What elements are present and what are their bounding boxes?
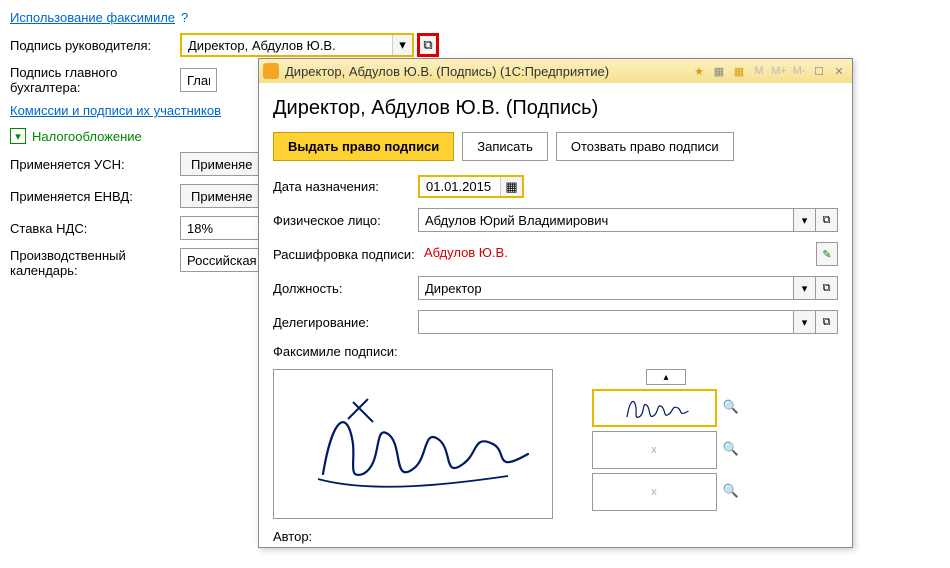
date-label: Дата назначения:: [273, 179, 418, 194]
signature-svg: [293, 384, 533, 504]
fax-label: Факсимиле подписи:: [273, 344, 418, 359]
favorite-icon[interactable]: ★: [690, 63, 708, 79]
magnify-icon[interactable]: 🔍: [723, 399, 741, 417]
envd-button[interactable]: Применяе: [180, 184, 263, 208]
calendar-icon[interactable]: ▦: [500, 177, 522, 196]
open-icon[interactable]: ⧉: [816, 276, 838, 300]
author-label: Автор:: [273, 529, 418, 544]
calendar-label: Производственный календарь:: [10, 248, 180, 278]
delegation-input[interactable]: [418, 310, 794, 334]
revoke-sign-right-button[interactable]: Отозвать право подписи: [556, 132, 734, 161]
commissions-link[interactable]: Комиссии и подписи их участников: [10, 103, 221, 118]
dialog-title: Директор, Абдулов Ю.В. (Подпись): [273, 97, 838, 120]
envd-label: Применяется ЕНВД:: [10, 189, 180, 204]
m-minus-button[interactable]: M-: [790, 63, 808, 79]
sign-acc-input[interactable]: [181, 69, 216, 91]
m-button[interactable]: M: [750, 63, 768, 79]
sign-acc-combo[interactable]: [180, 68, 217, 92]
sign-head-label: Подпись руководителя:: [10, 38, 180, 53]
sign-head-input[interactable]: [182, 35, 392, 55]
tool-icon-2[interactable]: ▦: [730, 63, 748, 79]
usn-label: Применяется УСН:: [10, 157, 180, 172]
chevron-down-icon[interactable]: ▾: [392, 35, 412, 55]
issue-sign-right-button[interactable]: Выдать право подписи: [273, 132, 454, 161]
open-icon: ⧉: [423, 37, 432, 53]
help-icon[interactable]: ?: [181, 10, 188, 25]
chevron-down-icon[interactable]: ▾: [794, 276, 816, 300]
dialog-titlebar: Директор, Абдулов Ю.В. (Подпись) (1С:Пре…: [259, 59, 852, 83]
decode-value: Абдулов Ю.В.: [418, 242, 816, 266]
chevron-down-icon[interactable]: ▾: [794, 310, 816, 334]
signature-thumb-1[interactable]: [592, 389, 717, 427]
signature-preview: [273, 369, 553, 519]
app-icon: [263, 63, 279, 79]
write-button[interactable]: Записать: [462, 132, 548, 161]
position-label: Должность:: [273, 281, 418, 296]
date-input[interactable]: [420, 177, 500, 196]
magnify-icon[interactable]: 🔍: [723, 441, 741, 459]
signature-thumb-svg: [594, 390, 714, 426]
maximize-button[interactable]: ☐: [810, 63, 828, 79]
tax-header-label: Налогообложение: [32, 129, 142, 144]
person-label: Физическое лицо:: [273, 213, 418, 228]
sign-head-combo[interactable]: ▾: [180, 33, 414, 57]
delegation-label: Делегирование:: [273, 315, 418, 330]
open-sign-dialog-button[interactable]: ⧉: [417, 33, 439, 57]
open-icon[interactable]: ⧉: [816, 208, 838, 232]
tool-icon-1[interactable]: ▦: [710, 63, 728, 79]
decode-label: Расшифровка подписи:: [273, 247, 418, 262]
nds-label: Ставка НДС:: [10, 221, 180, 236]
fax-usage-link[interactable]: Использование факсимиле: [10, 10, 175, 25]
open-icon[interactable]: ⧉: [816, 310, 838, 334]
position-input[interactable]: [418, 276, 794, 300]
scroll-up-button[interactable]: ▴: [646, 369, 686, 385]
person-input[interactable]: [418, 208, 794, 232]
close-button[interactable]: ✕: [830, 63, 848, 79]
nds-input[interactable]: [180, 216, 270, 240]
chevron-down-icon: ▾: [10, 128, 26, 144]
signature-dialog: Директор, Абдулов Ю.В. (Подпись) (1С:Пре…: [258, 58, 853, 548]
signature-thumb-2[interactable]: x: [592, 431, 717, 469]
edit-icon[interactable]: ✎: [816, 242, 838, 266]
titlebar-text: Директор, Абдулов Ю.В. (Подпись) (1С:Пре…: [285, 64, 688, 79]
date-field[interactable]: ▦: [418, 175, 524, 198]
calendar-input[interactable]: [180, 248, 270, 272]
m-plus-button[interactable]: M+: [770, 63, 788, 79]
chevron-down-icon[interactable]: ▾: [794, 208, 816, 232]
magnify-icon[interactable]: 🔍: [723, 483, 741, 501]
signature-thumb-3[interactable]: x: [592, 473, 717, 511]
sign-acc-label: Подпись главного бухгалтера:: [10, 65, 180, 95]
usn-button[interactable]: Применяе: [180, 152, 263, 176]
